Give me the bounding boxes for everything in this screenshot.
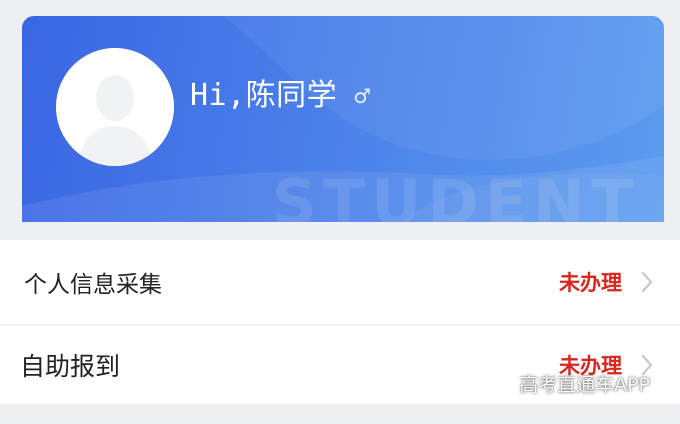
source-watermark: 高考直通车APP [519,374,650,396]
profile-card: STUDENT Hi,陈同学 ♂ [22,16,664,222]
menu-item-personal-info[interactable]: 个人信息采集 未办理 [0,240,680,324]
student-watermark: STUDENT [272,166,640,222]
chevron-right-icon [640,271,654,293]
greeting-text: Hi,陈同学 ♂ [190,70,372,114]
avatar[interactable] [56,48,174,166]
menu-item-label: 自助报到 [20,352,121,381]
menu-item-label: 个人信息采集 [24,272,162,298]
greeting-name: Hi,陈同学 [190,78,338,113]
male-icon: ♂ [353,84,372,108]
status-badge: 未办理 [559,271,622,295]
bottom-strip [0,404,680,424]
person-silhouette-icon [56,48,174,166]
